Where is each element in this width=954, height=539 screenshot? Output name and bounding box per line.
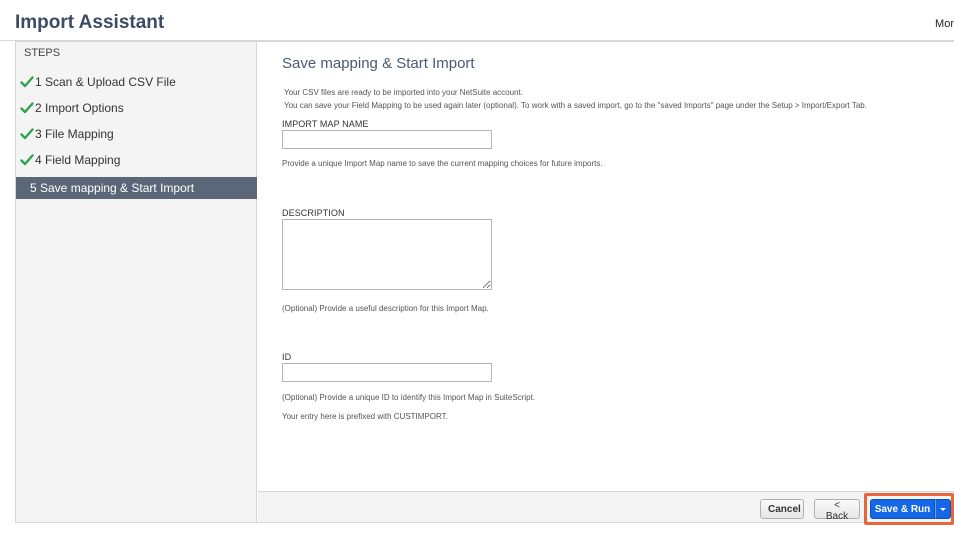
steps-heading: STEPS <box>24 47 61 59</box>
id-help: (Optional) Provide a unique ID to identi… <box>282 393 536 402</box>
chevron-down-icon <box>940 508 946 511</box>
import-assistant-frame: STEPS 1 Scan & Upload CSV File 2 Import … <box>15 41 954 525</box>
import-map-name-input[interactable] <box>282 130 492 149</box>
id-input[interactable] <box>282 363 492 382</box>
step-file-mapping[interactable]: 3 File Mapping <box>16 125 257 147</box>
checkmark-icon <box>20 76 34 88</box>
page-header: Import Assistant Mor <box>0 0 954 41</box>
checkmark-icon <box>20 154 34 166</box>
id-label: ID <box>282 352 292 362</box>
step-scan-upload[interactable]: 1 Scan & Upload CSV File <box>16 73 257 95</box>
id-prefix-note: Your entry here is prefixed with CUSTIMP… <box>282 412 448 421</box>
save-run-dropdown-button[interactable] <box>935 499 951 519</box>
footer-toolbar: Cancel < Back Save & Run <box>258 491 954 525</box>
step-label: 1 Scan & Upload CSV File <box>35 75 176 89</box>
checkmark-icon <box>20 102 34 114</box>
import-map-name-label: IMPORT MAP NAME <box>282 119 369 129</box>
checkmark-icon <box>20 128 34 140</box>
info-text: Your CSV files are ready to be imported … <box>284 88 523 97</box>
page-title: Import Assistant <box>15 12 165 33</box>
step-field-mapping[interactable]: 4 Field Mapping <box>16 151 257 173</box>
main-content: Save mapping & Start Import Your CSV fil… <box>258 42 954 522</box>
step-label: 5 Save mapping & Start Import <box>30 181 195 195</box>
step-label: 2 Import Options <box>35 101 124 115</box>
description-help: (Optional) Provide a useful description … <box>282 304 489 313</box>
import-map-name-help: Provide a unique Import Map name to save… <box>282 159 603 168</box>
step-import-options[interactable]: 2 Import Options <box>16 99 257 121</box>
back-button[interactable]: < Back <box>814 499 860 522</box>
more-link[interactable]: Mor <box>935 18 954 30</box>
step-label: 4 Field Mapping <box>35 153 121 167</box>
save-run-highlight: Save & Run <box>864 493 954 525</box>
step-label: 3 File Mapping <box>35 127 114 141</box>
info-text: You can save your Field Mapping to be us… <box>284 101 867 110</box>
description-textarea[interactable] <box>282 219 492 290</box>
save-and-run-button[interactable]: Save & Run <box>870 499 935 519</box>
step-save-mapping-active[interactable]: 5 Save mapping & Start Import <box>16 177 257 199</box>
description-label: DESCRIPTION <box>282 208 345 218</box>
steps-panel: STEPS 1 Scan & Upload CSV File 2 Import … <box>16 42 257 522</box>
section-title: Save mapping & Start Import <box>282 55 475 72</box>
cancel-button[interactable]: Cancel <box>760 499 804 519</box>
